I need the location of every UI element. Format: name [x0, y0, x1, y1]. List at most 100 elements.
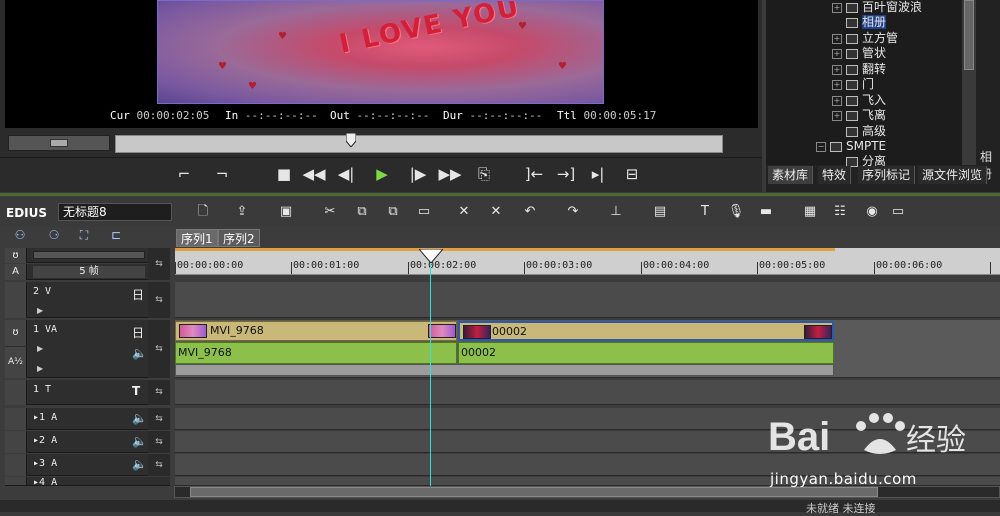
track-sync-toggle-icon[interactable]: ⇆ — [148, 282, 170, 318]
set-in-icon[interactable]: ⌐ — [170, 160, 198, 188]
ripple-delete-icon[interactable]: ✕ — [486, 203, 506, 221]
title-icon[interactable]: T — [695, 203, 715, 221]
expand-icon[interactable]: ▶ — [37, 306, 43, 315]
preview-scrub-bar[interactable] — [115, 135, 723, 153]
track-header-2v[interactable]: 2 V ▶ 日 — [5, 282, 170, 318]
video-track-icon[interactable]: 日 — [132, 286, 144, 303]
rewind-icon[interactable]: ◀◀ — [300, 160, 328, 188]
track-header-3a[interactable]: ▸3 A 🔈 — [5, 454, 170, 476]
step-back-icon[interactable]: ◀| — [332, 160, 360, 188]
audio-clip-mvi-9768[interactable]: MVI_9768 — [175, 342, 457, 364]
timecode-dur: Dur --:--:--:-- — [443, 109, 543, 122]
clip-icon[interactable]: ▭ — [414, 203, 434, 221]
track-indicator — [5, 380, 27, 405]
track-sync-toggle-icon[interactable]: ⇆ — [148, 454, 170, 476]
tree-item[interactable]: − SMPTE — [816, 139, 886, 154]
track-body-2v[interactable] — [175, 282, 1000, 318]
tree-scroll-thumb[interactable] — [964, 0, 974, 70]
layout-icon[interactable]: ▭ — [888, 203, 908, 221]
scrub-head-icon[interactable] — [346, 133, 356, 147]
audio-clip-00002[interactable]: 00002 — [458, 342, 834, 364]
new-icon[interactable]: 🗋 — [193, 203, 213, 221]
audio-patch-icon[interactable]: A½ — [5, 347, 27, 378]
track-sync-toggle-icon[interactable]: ⇆ — [148, 431, 170, 453]
set-out-icon[interactable]: ¬ — [208, 160, 236, 188]
expand-icon[interactable]: ▶ — [37, 344, 43, 353]
speaker-icon[interactable]: 🔈 — [132, 434, 147, 448]
tree-item[interactable]: + 飞入 — [832, 93, 886, 108]
tree-item[interactable]: + 百叶窗波浪 — [832, 0, 922, 15]
tree-item[interactable]: 高级 — [846, 124, 886, 139]
mic-icon[interactable]: 🎙 — [726, 203, 746, 221]
clip-mvi-9768[interactable]: MVI_9768 — [175, 321, 457, 341]
delete-icon[interactable]: ✕ — [454, 203, 474, 221]
speaker-icon[interactable]: 🔈 — [132, 457, 147, 471]
paste-icon[interactable]: ⧉ — [383, 203, 403, 221]
track-header-4a[interactable]: ▸4 A — [5, 477, 170, 486]
track-header-1t[interactable]: 1 T T — [5, 380, 170, 405]
cut-icon[interactable]: ✂ — [320, 203, 340, 221]
open-icon[interactable]: ⇪ — [232, 203, 252, 221]
track-body-1t[interactable] — [175, 380, 1000, 405]
tree-item[interactable]: + 门 — [832, 77, 874, 92]
lock-icon[interactable]: ʊ — [5, 320, 27, 346]
playhead-line[interactable] — [430, 252, 431, 487]
render-icon[interactable]: ▬ — [756, 203, 776, 221]
redo-icon[interactable]: ↷ — [563, 203, 583, 221]
step-forward-icon[interactable]: |▶ — [404, 160, 432, 188]
title-track-icon[interactable]: T — [132, 384, 140, 398]
clip-thumbnail — [179, 324, 207, 338]
track-sync-toggle-icon[interactable]: ⇆ — [148, 408, 170, 430]
shuttle-thumb[interactable] — [50, 139, 68, 147]
tree-item[interactable]: + 管状 — [832, 46, 886, 61]
track-sync-toggle-icon[interactable]: ⇆ — [148, 380, 170, 405]
expand-icon[interactable]: ▶ — [37, 364, 43, 373]
play-icon[interactable]: ▶ — [368, 160, 396, 188]
tab-effects[interactable]: 特效 — [818, 166, 852, 184]
insert-icon[interactable]: ]← — [520, 160, 548, 188]
export-icon[interactable]: ⊟ — [618, 160, 646, 188]
marker-icon[interactable]: ⊥ — [606, 203, 626, 221]
overwrite-icon[interactable]: →] — [552, 160, 580, 188]
track-sync-toggle-icon[interactable]: ⇆ — [148, 320, 170, 378]
track-header-1a[interactable]: ▸1 A 🔈 — [5, 408, 170, 430]
undo-icon[interactable]: ↶ — [520, 203, 540, 221]
ruler-toggle-icon[interactable]: ⇆ — [148, 248, 170, 280]
clip-label: 00002 — [492, 325, 527, 338]
zoom-slider[interactable] — [33, 251, 145, 259]
track-sync-icon[interactable]: ⚆ — [42, 228, 66, 244]
fast-forward-icon[interactable]: ▶▶ — [436, 160, 464, 188]
track-link-icon[interactable]: ⛶ — [72, 228, 96, 244]
playhead-icon[interactable] — [419, 249, 443, 263]
tab-bin[interactable]: 素材库 — [768, 166, 814, 184]
tree-item[interactable]: + 立方管 — [832, 31, 898, 46]
track-header-1va[interactable]: ʊ A½ 1 VA ▶ ▶ 日 🔈 — [5, 320, 170, 378]
speaker-icon[interactable]: 🔈 — [132, 411, 147, 425]
tab-sequence-markers[interactable]: 序列标记 — [858, 166, 916, 184]
copy-icon[interactable]: ⧉ — [352, 203, 372, 221]
tree-item[interactable]: 相册 — [846, 15, 887, 30]
loop-icon[interactable]: ⎘ — [470, 160, 498, 188]
tab-source-browser[interactable]: 源文件浏览 — [918, 166, 988, 184]
tree-item[interactable]: + 飞离 — [832, 108, 886, 123]
clip-00002[interactable]: 00002 — [458, 321, 834, 341]
grid-icon[interactable]: ▦ — [800, 203, 820, 221]
tab-sequence-2[interactable]: 序列2 — [218, 229, 260, 247]
group-icon[interactable]: ▤ — [650, 203, 670, 221]
tab-sequence-1[interactable]: 序列1 — [176, 229, 218, 247]
lock-icon[interactable]: ʊ — [5, 248, 27, 263]
save-icon[interactable]: ▣ — [276, 203, 296, 221]
sequence-title: 无标题8 — [58, 203, 172, 221]
color-icon[interactable]: ◉ — [862, 203, 882, 221]
track-body-1va[interactable]: MVI_9768 00002 MVI_9768 00002 — [175, 320, 1000, 378]
track-header-2a[interactable]: ▸2 A 🔈 — [5, 431, 170, 453]
track-snap-icon[interactable]: ⊏ — [104, 228, 128, 244]
video-track-icon[interactable]: 日 — [132, 324, 144, 341]
speaker-icon[interactable]: 🔈 — [132, 346, 147, 360]
zoom-select[interactable]: A 5 帧 — [5, 264, 170, 280]
mixer-icon[interactable]: ☷ — [830, 203, 850, 221]
track-add-icon[interactable]: ⚇ — [8, 228, 32, 244]
tree-item[interactable]: + 翻转 — [832, 62, 886, 77]
stop-icon[interactable]: ■ — [270, 160, 298, 188]
trim-icon[interactable]: ▸| — [584, 160, 612, 188]
